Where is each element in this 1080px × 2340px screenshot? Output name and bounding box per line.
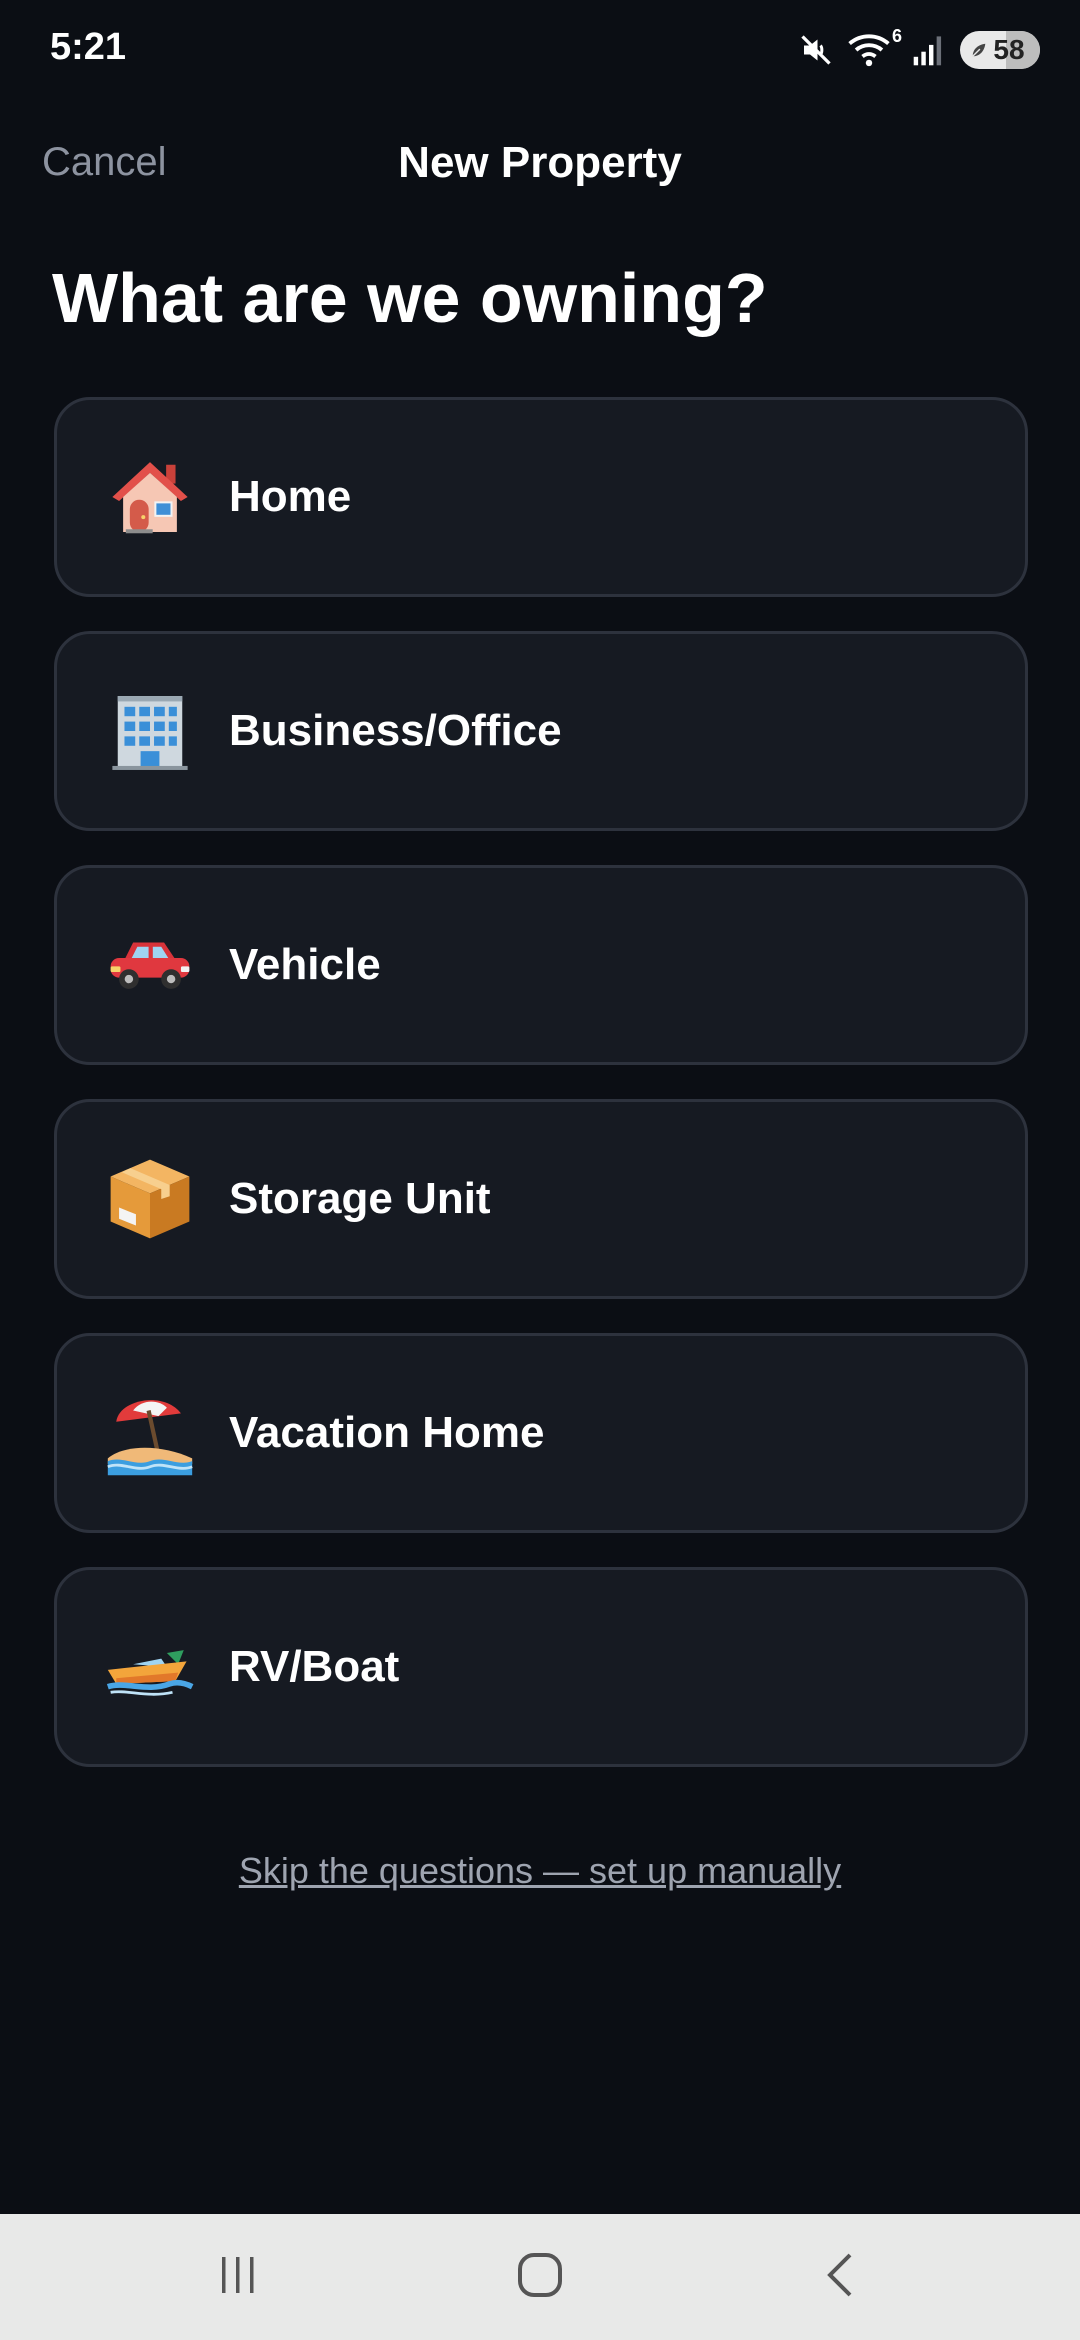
battery-indicator: 58 bbox=[960, 31, 1040, 69]
status-time: 5:21 bbox=[50, 26, 127, 68]
recent-apps-button[interactable] bbox=[198, 2244, 278, 2310]
option-rv-boat[interactable]: RV/Boat bbox=[54, 1567, 1028, 1767]
signal-icon bbox=[912, 33, 946, 67]
battery-level: 58 bbox=[993, 34, 1025, 65]
house-icon bbox=[105, 452, 195, 542]
mute-icon bbox=[798, 32, 834, 68]
option-business-office[interactable]: Business/Office bbox=[54, 631, 1028, 831]
office-building-icon bbox=[105, 686, 195, 776]
wifi-label: 6 bbox=[891, 26, 902, 46]
beach-umbrella-icon bbox=[105, 1388, 195, 1478]
option-home[interactable]: Home bbox=[54, 397, 1028, 597]
option-label: Business/Office bbox=[229, 706, 562, 755]
home-icon bbox=[516, 2251, 564, 2304]
back-icon bbox=[820, 2251, 864, 2304]
back-button[interactable] bbox=[802, 2244, 882, 2310]
speedboat-icon bbox=[105, 1622, 195, 1712]
option-label: Vacation Home bbox=[229, 1408, 545, 1457]
option-vehicle[interactable]: Vehicle bbox=[54, 865, 1028, 1065]
package-icon bbox=[105, 1154, 195, 1244]
option-storage-unit[interactable]: Storage Unit bbox=[54, 1099, 1028, 1299]
option-label: RV/Boat bbox=[229, 1642, 400, 1691]
page-title: New Property bbox=[398, 138, 682, 187]
option-label: Storage Unit bbox=[229, 1174, 491, 1223]
screen: 5:21 6 58 Cancel New Property What are w… bbox=[0, 0, 1080, 2340]
recent-apps-icon bbox=[216, 2253, 260, 2302]
option-label: Vehicle bbox=[229, 940, 381, 989]
property-type-options: Home Business/Office Vehicle Storage Uni… bbox=[54, 397, 1028, 1801]
car-icon bbox=[105, 920, 195, 1010]
header: Cancel New Property bbox=[0, 128, 1080, 200]
status-icons: 6 58 bbox=[798, 26, 1040, 72]
home-button[interactable] bbox=[500, 2244, 580, 2310]
power-saving-icon bbox=[970, 41, 988, 59]
skip-setup-link[interactable]: Skip the questions — set up manually bbox=[0, 1850, 1080, 1892]
navigation-bar bbox=[0, 2214, 1080, 2340]
option-vacation-home[interactable]: Vacation Home bbox=[54, 1333, 1028, 1533]
status-bar: 5:21 6 58 bbox=[0, 0, 1080, 100]
question-heading: What are we owning? bbox=[52, 259, 768, 337]
option-label: Home bbox=[229, 472, 352, 521]
wifi-icon: 6 bbox=[848, 26, 902, 68]
